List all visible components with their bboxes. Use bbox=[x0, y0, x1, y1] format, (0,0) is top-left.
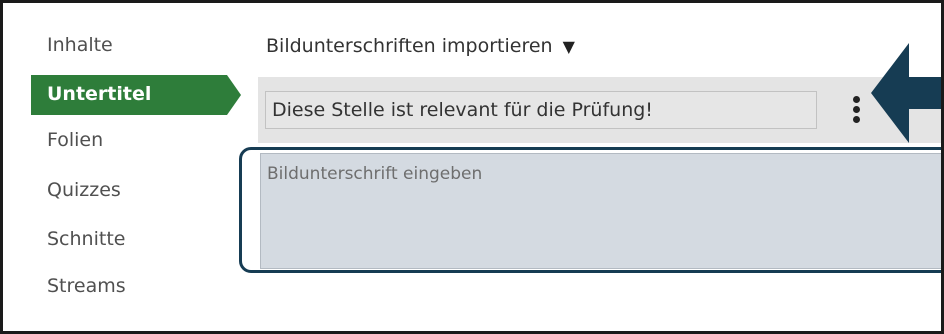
sidebar: Inhalte Untertitel Folien Quizzes Schnit… bbox=[3, 3, 243, 331]
caption-input[interactable] bbox=[261, 154, 941, 194]
caption-text[interactable]: Diese Stelle ist relevant für die Prüfun… bbox=[265, 91, 817, 129]
caption-input-container[interactable] bbox=[260, 153, 941, 269]
import-captions-dropdown[interactable]: Bildunterschriften importieren ▼ bbox=[266, 33, 575, 60]
kebab-menu-icon[interactable] bbox=[846, 94, 866, 130]
sidebar-item-label: Untertitel bbox=[47, 83, 152, 105]
sidebar-item-untertitel[interactable]: Untertitel bbox=[31, 75, 241, 115]
app-window: Inhalte Untertitel Folien Quizzes Schnit… bbox=[0, 0, 944, 334]
sidebar-item-schnitte[interactable]: Schnitte bbox=[47, 227, 125, 251]
sidebar-item-folien[interactable]: Folien bbox=[47, 128, 103, 152]
sidebar-item-quizzes[interactable]: Quizzes bbox=[47, 178, 121, 202]
sidebar-item-inhalte[interactable]: Inhalte bbox=[47, 33, 113, 57]
sidebar-item-streams[interactable]: Streams bbox=[47, 274, 126, 298]
caret-down-icon: ▼ bbox=[562, 37, 575, 56]
import-captions-label: Bildunterschriften importieren bbox=[266, 35, 553, 57]
